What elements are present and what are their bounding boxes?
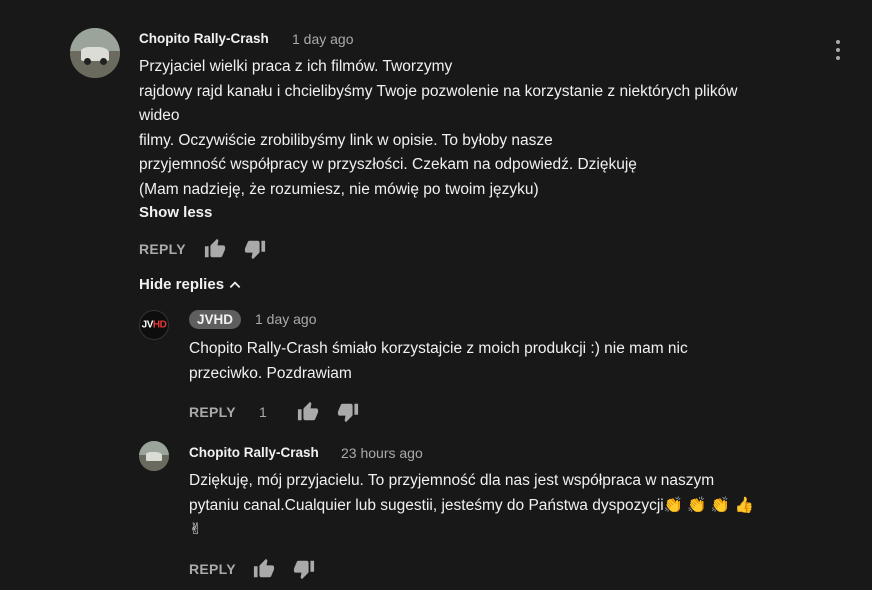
hide-replies-label: Hide replies [139,276,225,293]
chevron-up-icon [229,281,241,288]
comment-line: filmy. Oczywiście zrobilibyśmy link w op… [139,131,553,149]
reply-author[interactable]: Chopito Rally-Crash [189,445,319,460]
creator-chip[interactable]: JVHD [189,310,242,329]
comment-line: przyjemność współpracy w przyszłości. Cz… [139,156,637,173]
comment-line: Przyjaciel wielki praca z ich filmów. Tw… [139,58,453,75]
reply-button[interactable]: REPLY [189,561,236,577]
reply-text: Dziękuję, mój przyjacielu. To przyjemnoś… [189,469,754,543]
reply-timestamp[interactable]: 23 hours ago [341,445,423,461]
car-icon [145,452,163,461]
channel-logo: JVHD [141,319,167,331]
comment-author[interactable]: Chopito Rally-Crash [139,31,269,46]
reply-button[interactable]: REPLY [139,241,186,257]
thumb-up-icon[interactable] [297,401,319,423]
wheel-icon [84,58,91,65]
thumb-up-icon[interactable] [253,558,275,580]
reply-line-text: pytaniu canal.Cualquier lub sugestii, je… [189,496,664,514]
reply-timestamp[interactable]: 1 day ago [255,311,317,327]
more-vert-icon[interactable] [832,40,844,66]
comment-line: wideo [139,107,180,124]
avatar[interactable] [139,441,169,471]
thumb-down-icon[interactable] [337,401,359,423]
avatar[interactable] [70,28,120,78]
avatar[interactable]: JVHD [139,310,169,340]
thumb-down-icon[interactable] [244,238,266,260]
comment-line: rajdowy rajd kanału i chcielibyśmy Twoje… [139,82,738,100]
comment-timestamp[interactable]: 1 day ago [292,31,354,47]
comment-line: (Mam nadzieję, że rozumiesz, nie mówię p… [139,180,539,198]
reply-line: Chopito Rally-Crash śmiało korzystajcie … [189,340,688,357]
hide-replies-button[interactable]: Hide replies [139,276,242,293]
reply-line: pytaniu canal.Cualquier lub sugestii, je… [189,494,754,519]
clapping-hands-emoji: 👏 👏 👏 👍 [663,496,754,514]
wheel-icon [100,58,107,65]
show-less-button[interactable]: Show less [139,204,212,221]
thumb-up-icon[interactable] [204,238,226,260]
like-count: 1 [259,404,267,420]
victory-hand-emoji: ✌ [189,521,202,538]
reply-line: ✌ [189,518,754,543]
reply-line: przeciwko. Pozdrawiam [189,364,352,382]
reply-button[interactable]: REPLY [189,404,236,420]
comment-text: Przyjaciel wielki praca z ich filmów. Tw… [139,55,737,202]
thumb-down-icon[interactable] [293,558,315,580]
reply-line: Dziękuję, mój przyjacielu. To przyjemnoś… [189,472,715,489]
reply-text: Chopito Rally-Crash śmiało korzystajcie … [189,337,688,386]
